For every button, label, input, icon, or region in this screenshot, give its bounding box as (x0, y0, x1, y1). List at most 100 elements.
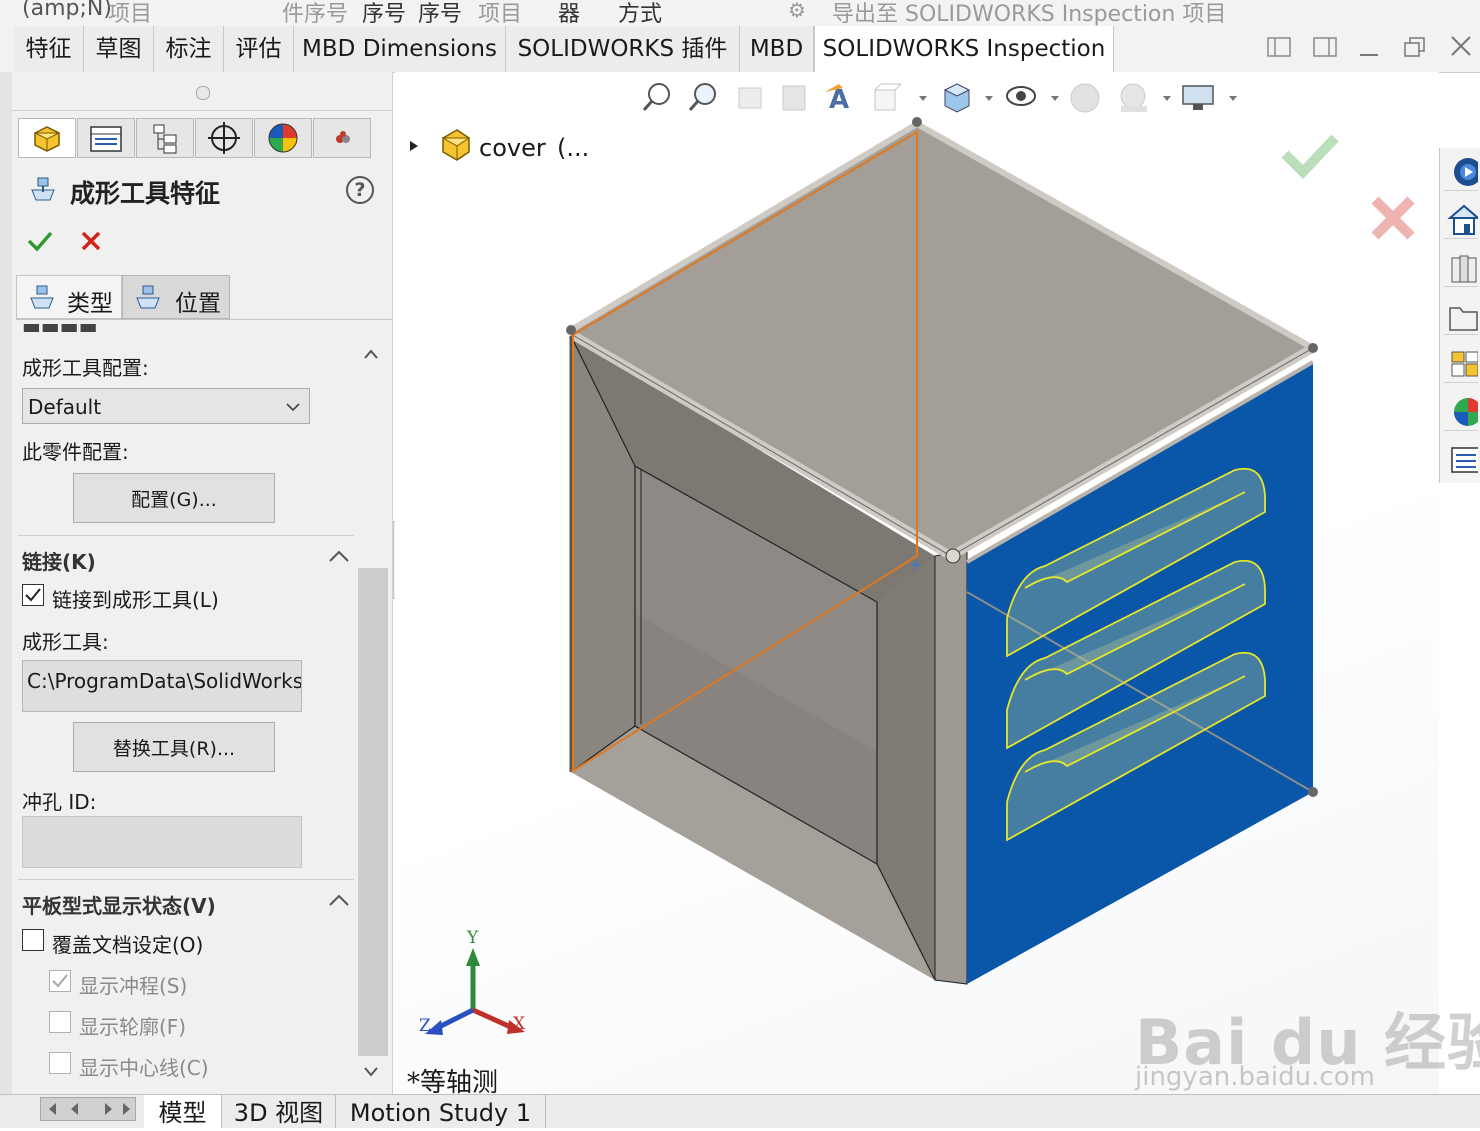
divider (18, 535, 354, 536)
export-inspection-icon: ⚙ (788, 0, 806, 22)
form-tool-position-icon (136, 285, 160, 309)
ribbon-item[interactable]: 项目 (108, 0, 152, 26)
tab-solidworks-addins[interactable]: SOLIDWORKS 插件 (506, 26, 740, 72)
form-tool-label: 成形工具: (22, 630, 109, 654)
command-manager-tabs: 特征 草图 标注 评估 MBD Dimensions SOLIDWORKS 插件… (0, 26, 1480, 73)
tab-solidworks-inspection[interactable]: SOLIDWORKS Inspection (814, 26, 1114, 73)
tab-evaluate[interactable]: 评估 (224, 26, 294, 72)
tool-config-label: 成形工具配置: (22, 356, 149, 380)
crosshair-icon (208, 122, 240, 154)
link-tool-checkbox[interactable] (22, 584, 44, 606)
tab-mbd-dimensions[interactable]: MBD Dimensions (294, 26, 506, 72)
help-icon[interactable]: ? (346, 176, 374, 204)
show-centerline-checkbox[interactable] (49, 1052, 71, 1074)
display-style-icon (943, 83, 971, 113)
form-tool-type-icon (30, 285, 54, 309)
view-settings-icon (1182, 85, 1214, 110)
ribbon-item[interactable]: 方式 (618, 0, 662, 26)
tree-root-label[interactable]: cover (479, 134, 546, 162)
appearances-scenes-icon[interactable] (1444, 392, 1480, 431)
subtab-type[interactable]: 类型 (16, 275, 122, 319)
divider (16, 319, 392, 320)
ribbon-item[interactable]: 序号 (362, 0, 406, 26)
graphics-viewport[interactable]: A + Y X Z cover (... *等轴测 Bai du 经验 jing… (395, 72, 1480, 1098)
view-orientation-icon (874, 83, 903, 111)
tab-3d-views[interactable]: 3D 视图 (222, 1095, 336, 1128)
punch-id-field[interactable] (22, 816, 302, 868)
ribbon-item[interactable]: 导出至 SOLIDWORKS Inspection 项目 (832, 0, 1226, 26)
tab-dimxpert-manager[interactable] (195, 118, 253, 158)
tab-sketch[interactable]: 草图 (84, 26, 154, 72)
tab-property-manager[interactable] (77, 118, 135, 158)
configuration-button[interactable]: 配置(G)... (73, 473, 275, 523)
show-punch-label: 显示冲程(S) (79, 974, 188, 998)
override-doc-label: 覆盖文档设定(O) (52, 933, 204, 957)
home-icon[interactable] (1444, 200, 1480, 239)
zoom-area-icon (688, 83, 716, 111)
task-pane (1439, 148, 1480, 483)
form-tool-path-field[interactable]: C:\ProgramData\SolidWorks\S (22, 660, 302, 712)
ok-checkmark-icon[interactable] (26, 227, 54, 255)
expand-tree-icon[interactable] (407, 138, 421, 152)
minimize-icon[interactable] (1352, 34, 1386, 68)
cut-section-title: ■■■■ (22, 324, 102, 332)
ribbon-item[interactable]: 器 (558, 0, 580, 26)
confirm-cancel-icon (1371, 196, 1415, 240)
show-punch-checkbox[interactable] (49, 970, 71, 992)
triad-y-label: Y (467, 928, 479, 948)
part-config-label: 此零件配置: (22, 440, 129, 464)
file-explorer-icon[interactable] (1444, 296, 1478, 335)
tab-motion-study[interactable]: Motion Study 1 (336, 1095, 546, 1128)
close-icon[interactable] (1444, 34, 1478, 68)
punch-id-label: 冲孔 ID: (22, 790, 97, 814)
ribbon-item[interactable]: 项目 (478, 0, 522, 26)
checkmark-icon (25, 588, 41, 602)
collapse-flat-icon[interactable] (328, 892, 350, 908)
scrollbar[interactable] (358, 336, 388, 1094)
part-icon (439, 128, 473, 162)
design-library-icon[interactable] (1444, 248, 1478, 287)
tab-feature-manager[interactable] (18, 118, 76, 158)
ribbon-item[interactable]: 件序号 (282, 0, 348, 26)
dropdown-value: Default (28, 395, 102, 419)
solidworks-resources-icon[interactable] (1444, 152, 1480, 191)
view-palette-icon[interactable] (1444, 344, 1479, 383)
tab-features[interactable]: 特征 (14, 26, 84, 72)
tab-cam-manager[interactable] (313, 118, 371, 158)
confirm-ok-icon (1281, 134, 1339, 180)
scroll-down-icon[interactable] (358, 1060, 384, 1084)
cam-icon (336, 131, 350, 143)
restore-icon[interactable] (1398, 34, 1432, 68)
tab-display-manager[interactable] (254, 118, 312, 158)
panel-splitter-handle[interactable] (196, 86, 210, 100)
tile-right-icon[interactable] (1308, 34, 1342, 68)
tab-configuration-manager[interactable] (136, 118, 194, 158)
tab-mbd[interactable]: MBD (740, 26, 814, 72)
subtab-label: 位置 (175, 291, 221, 317)
watermark-url: jingyan.baidu.com (1135, 1062, 1375, 1092)
custom-properties-icon[interactable] (1444, 440, 1480, 478)
dynamic-annotation-icon: A (825, 84, 849, 115)
triad-z-label: Z (419, 1016, 431, 1036)
tab-scroll-arrows[interactable] (40, 1097, 136, 1121)
collapse-link-icon[interactable] (328, 548, 350, 564)
property-list-icon (90, 126, 122, 152)
override-doc-checkbox[interactable] (22, 929, 44, 951)
tool-path-text: C:\ProgramData\SolidWorks\S (27, 669, 302, 693)
subtab-label: 类型 (67, 291, 113, 317)
tool-config-dropdown[interactable]: Default (22, 388, 310, 424)
appearance-sphere-icon (268, 123, 298, 153)
ribbon-item[interactable]: (amp;N) (22, 0, 112, 21)
show-profile-checkbox[interactable] (49, 1011, 71, 1033)
replace-tool-button[interactable]: 替换工具(R)... (73, 722, 275, 772)
tile-left-icon[interactable] (1262, 34, 1296, 68)
tab-model[interactable]: 模型 (144, 1095, 222, 1128)
cancel-x-icon[interactable] (78, 228, 104, 254)
subtab-position[interactable]: 位置 (122, 275, 230, 319)
flat-pattern-section-title: 平板型式显示状态(V) (22, 894, 216, 918)
ribbon-item[interactable]: 序号 (418, 0, 462, 26)
tab-markup[interactable]: 标注 (154, 26, 224, 72)
scrollbar-thumb[interactable] (358, 568, 388, 1056)
top-ribbon-strip: (amp;N) 项目 件序号 序号 序号 项目 器 方式 ⚙ 导出至 SOLID… (0, 0, 1480, 26)
scroll-up-icon[interactable] (358, 342, 384, 366)
